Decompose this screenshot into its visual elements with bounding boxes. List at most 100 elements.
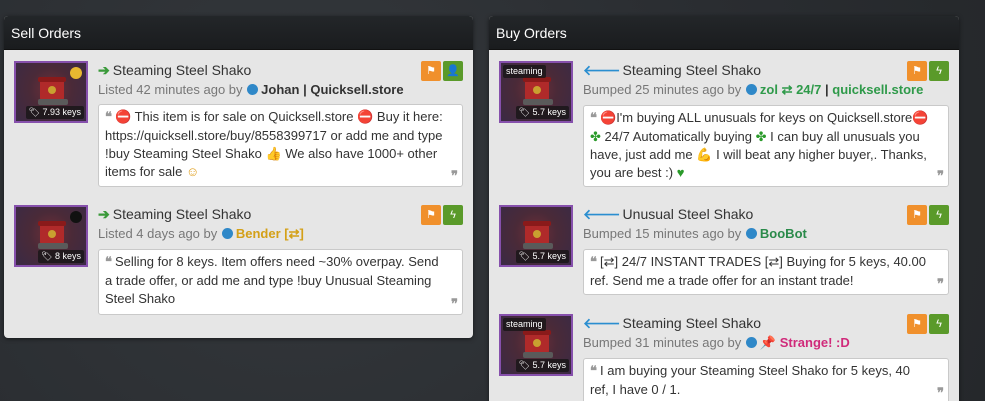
add-friend-icon[interactable]: 👤: [443, 61, 463, 81]
shako-hat-icon: [523, 77, 553, 105]
listing-comment: ❝ [⇄] 24/7 INSTANT TRADES [⇄] Buying for …: [583, 249, 949, 295]
buy-listing: steaming 🏷 5.7 keys 🡐 Steaming Steel Shak…: [499, 61, 949, 189]
flag-icon[interactable]: ⚑: [907, 205, 927, 225]
quote-close-icon: ❞: [937, 277, 944, 292]
no-entry-icon: ⛔: [357, 109, 374, 124]
listing-comment: ❝ Selling for 8 keys. Item offers need ~3…: [98, 249, 463, 315]
listing-title[interactable]: 🡐 Unusual Steel Shako: [583, 205, 753, 223]
buy-listing: 🏷 5.7 keys 🡐 Unusual Steel Shako ⚑ ϟ Bumpe…: [499, 205, 949, 297]
shako-hat-icon: [38, 221, 68, 249]
item-thumbnail[interactable]: 🏷 7.93 keys: [14, 61, 88, 123]
listing-title[interactable]: 🡐 Steaming Steel Shako: [583, 314, 761, 332]
quote-open-icon: ❝: [590, 111, 597, 126]
comment-text: I'm buying ALL unusuals for keys on Quic…: [616, 110, 913, 125]
item-name: Steaming Steel Shako: [622, 62, 762, 78]
quote-open-icon: ❝: [105, 255, 112, 270]
thumbs-up-icon: 👍: [265, 146, 282, 161]
quality-dot: [70, 211, 82, 223]
quote-close-icon: ❞: [937, 386, 944, 401]
user-link[interactable]: Johan: [261, 82, 299, 97]
user-link[interactable]: BooBot: [760, 226, 807, 241]
item-name: Unusual Steel Shako: [622, 206, 754, 222]
user-suffix-link[interactable]: Quicksell.store: [310, 82, 403, 97]
item-thumbnail[interactable]: 🏷 8 keys: [14, 205, 88, 267]
listing-actions: ⚑ 👤: [419, 61, 463, 81]
buy-orders-header: Buy Orders: [489, 16, 959, 50]
online-status-icon: [745, 337, 757, 348]
item-name: Steaming Steel Shako: [622, 315, 762, 331]
quote-close-icon: ❞: [937, 169, 944, 184]
listing-meta: Bumped 15 minutes ago by BooBot: [583, 225, 807, 243]
buy-orders-panel: Buy Orders steaming 🏷 5.7 keys 🡐 Steaming…: [489, 16, 959, 401]
listing-meta: Listed 4 days ago by Bender [⇄]: [98, 225, 304, 243]
user-link[interactable]: zol ⇄ 24/7: [760, 82, 821, 97]
listing-meta: Bumped 31 minutes ago by 📌 Strange! :D: [583, 334, 850, 352]
price-tag: 🏷 5.7 keys: [515, 106, 569, 119]
arrow-right-icon: ➔: [98, 62, 110, 78]
lightning-icon[interactable]: ϟ: [929, 314, 949, 334]
user-link[interactable]: Bender [⇄]: [236, 226, 304, 241]
online-status-icon: [221, 228, 233, 239]
listing-actions: ⚑ ϟ: [905, 61, 949, 81]
effect-tag: steaming: [503, 318, 546, 331]
clover-icon: ✤: [590, 129, 601, 144]
arrow-right-icon: ➔: [98, 206, 110, 222]
quote-open-icon: ❝: [590, 255, 597, 270]
sell-listing: 🏷 7.93 keys ➔ Steaming Steel Shako ⚑ 👤 Lis…: [14, 61, 463, 187]
price-label: 5.7 keys: [532, 107, 566, 117]
flag-icon[interactable]: ⚑: [907, 314, 927, 334]
listing-actions: ⚑ ϟ: [905, 314, 949, 334]
flex-arm-icon: 💪: [696, 147, 713, 162]
sell-listing: 🏷 8 keys ➔ Steaming Steel Shako ⚑ ϟ Listed…: [14, 205, 463, 315]
price-tag: 🏷 5.7 keys: [515, 250, 569, 263]
no-entry-icon: ⛔: [115, 109, 132, 124]
item-thumbnail[interactable]: 🏷 5.7 keys: [499, 205, 573, 267]
quote-close-icon: ❞: [451, 297, 458, 312]
comment-text: I am buying your Steaming Steel Shako fo…: [590, 363, 911, 397]
sell-orders-panel: Sell Orders 🏷 7.93 keys ➔ Steaming Steel …: [4, 16, 473, 338]
quality-dot: [70, 67, 82, 79]
arrow-left-icon: 🡐: [583, 206, 621, 222]
listing-meta: Listed 42 minutes ago by Johan | Quickse…: [98, 81, 404, 99]
comment-text: This item is for sale on Quicksell.store: [134, 109, 354, 124]
bumped-time: Bumped 25 minutes ago by: [583, 82, 742, 97]
green-heart-icon: ♥: [676, 165, 685, 180]
listed-time: Listed 42 minutes ago by: [98, 82, 243, 97]
user-link[interactable]: Strange! :D: [780, 335, 850, 350]
flag-icon[interactable]: ⚑: [907, 61, 927, 81]
item-name: Steaming Steel Shako: [112, 62, 252, 78]
quote-close-icon: ❞: [451, 169, 458, 184]
arrow-left-icon: 🡐: [583, 315, 621, 331]
shako-hat-icon: [38, 77, 68, 105]
item-thumbnail[interactable]: steaming 🏷 5.7 keys: [499, 314, 573, 376]
listing-actions: ⚑ ϟ: [905, 205, 949, 225]
sell-orders-header: Sell Orders: [4, 16, 473, 50]
listing-title[interactable]: 🡐 Steaming Steel Shako: [583, 61, 761, 79]
no-entry-icon: ⛔: [600, 110, 617, 125]
online-status-icon: [247, 84, 259, 95]
item-name: Steaming Steel Shako: [112, 206, 252, 222]
item-thumbnail[interactable]: steaming 🏷 5.7 keys: [499, 61, 573, 123]
lightning-icon[interactable]: ϟ: [929, 61, 949, 81]
listing-title[interactable]: ➔ Steaming Steel Shako: [98, 205, 251, 223]
listing-actions: ⚑ ϟ: [419, 205, 463, 225]
price-label: 7.93 keys: [42, 107, 81, 117]
lightning-icon[interactable]: ϟ: [443, 205, 463, 225]
comment-text: 24/7 Automatically buying: [604, 129, 752, 144]
user-suffix-link[interactable]: quicksell.store: [832, 82, 923, 97]
price-label: 5.7 keys: [532, 251, 566, 261]
flag-icon[interactable]: ⚑: [421, 61, 441, 81]
listing-comment: ❝ ⛔I'm buying ALL unusuals for keys on Qu…: [583, 105, 949, 187]
online-status-icon: [745, 228, 757, 239]
flag-icon[interactable]: ⚑: [421, 205, 441, 225]
lightning-icon[interactable]: ϟ: [929, 205, 949, 225]
quote-open-icon: ❝: [590, 364, 597, 379]
bumped-time: Bumped 15 minutes ago by: [583, 226, 742, 241]
price-label: 5.7 keys: [532, 360, 566, 370]
buy-listing: steaming 🏷 5.7 keys 🡐 Steaming Steel Shak…: [499, 314, 949, 401]
shako-hat-icon: [523, 330, 553, 358]
listed-time: Listed 4 days ago by: [98, 226, 218, 241]
comment-text: Selling for 8 keys. Item offers need ~30…: [105, 254, 439, 306]
listing-title[interactable]: ➔ Steaming Steel Shako: [98, 61, 251, 79]
arrow-left-icon: 🡐: [583, 62, 621, 78]
